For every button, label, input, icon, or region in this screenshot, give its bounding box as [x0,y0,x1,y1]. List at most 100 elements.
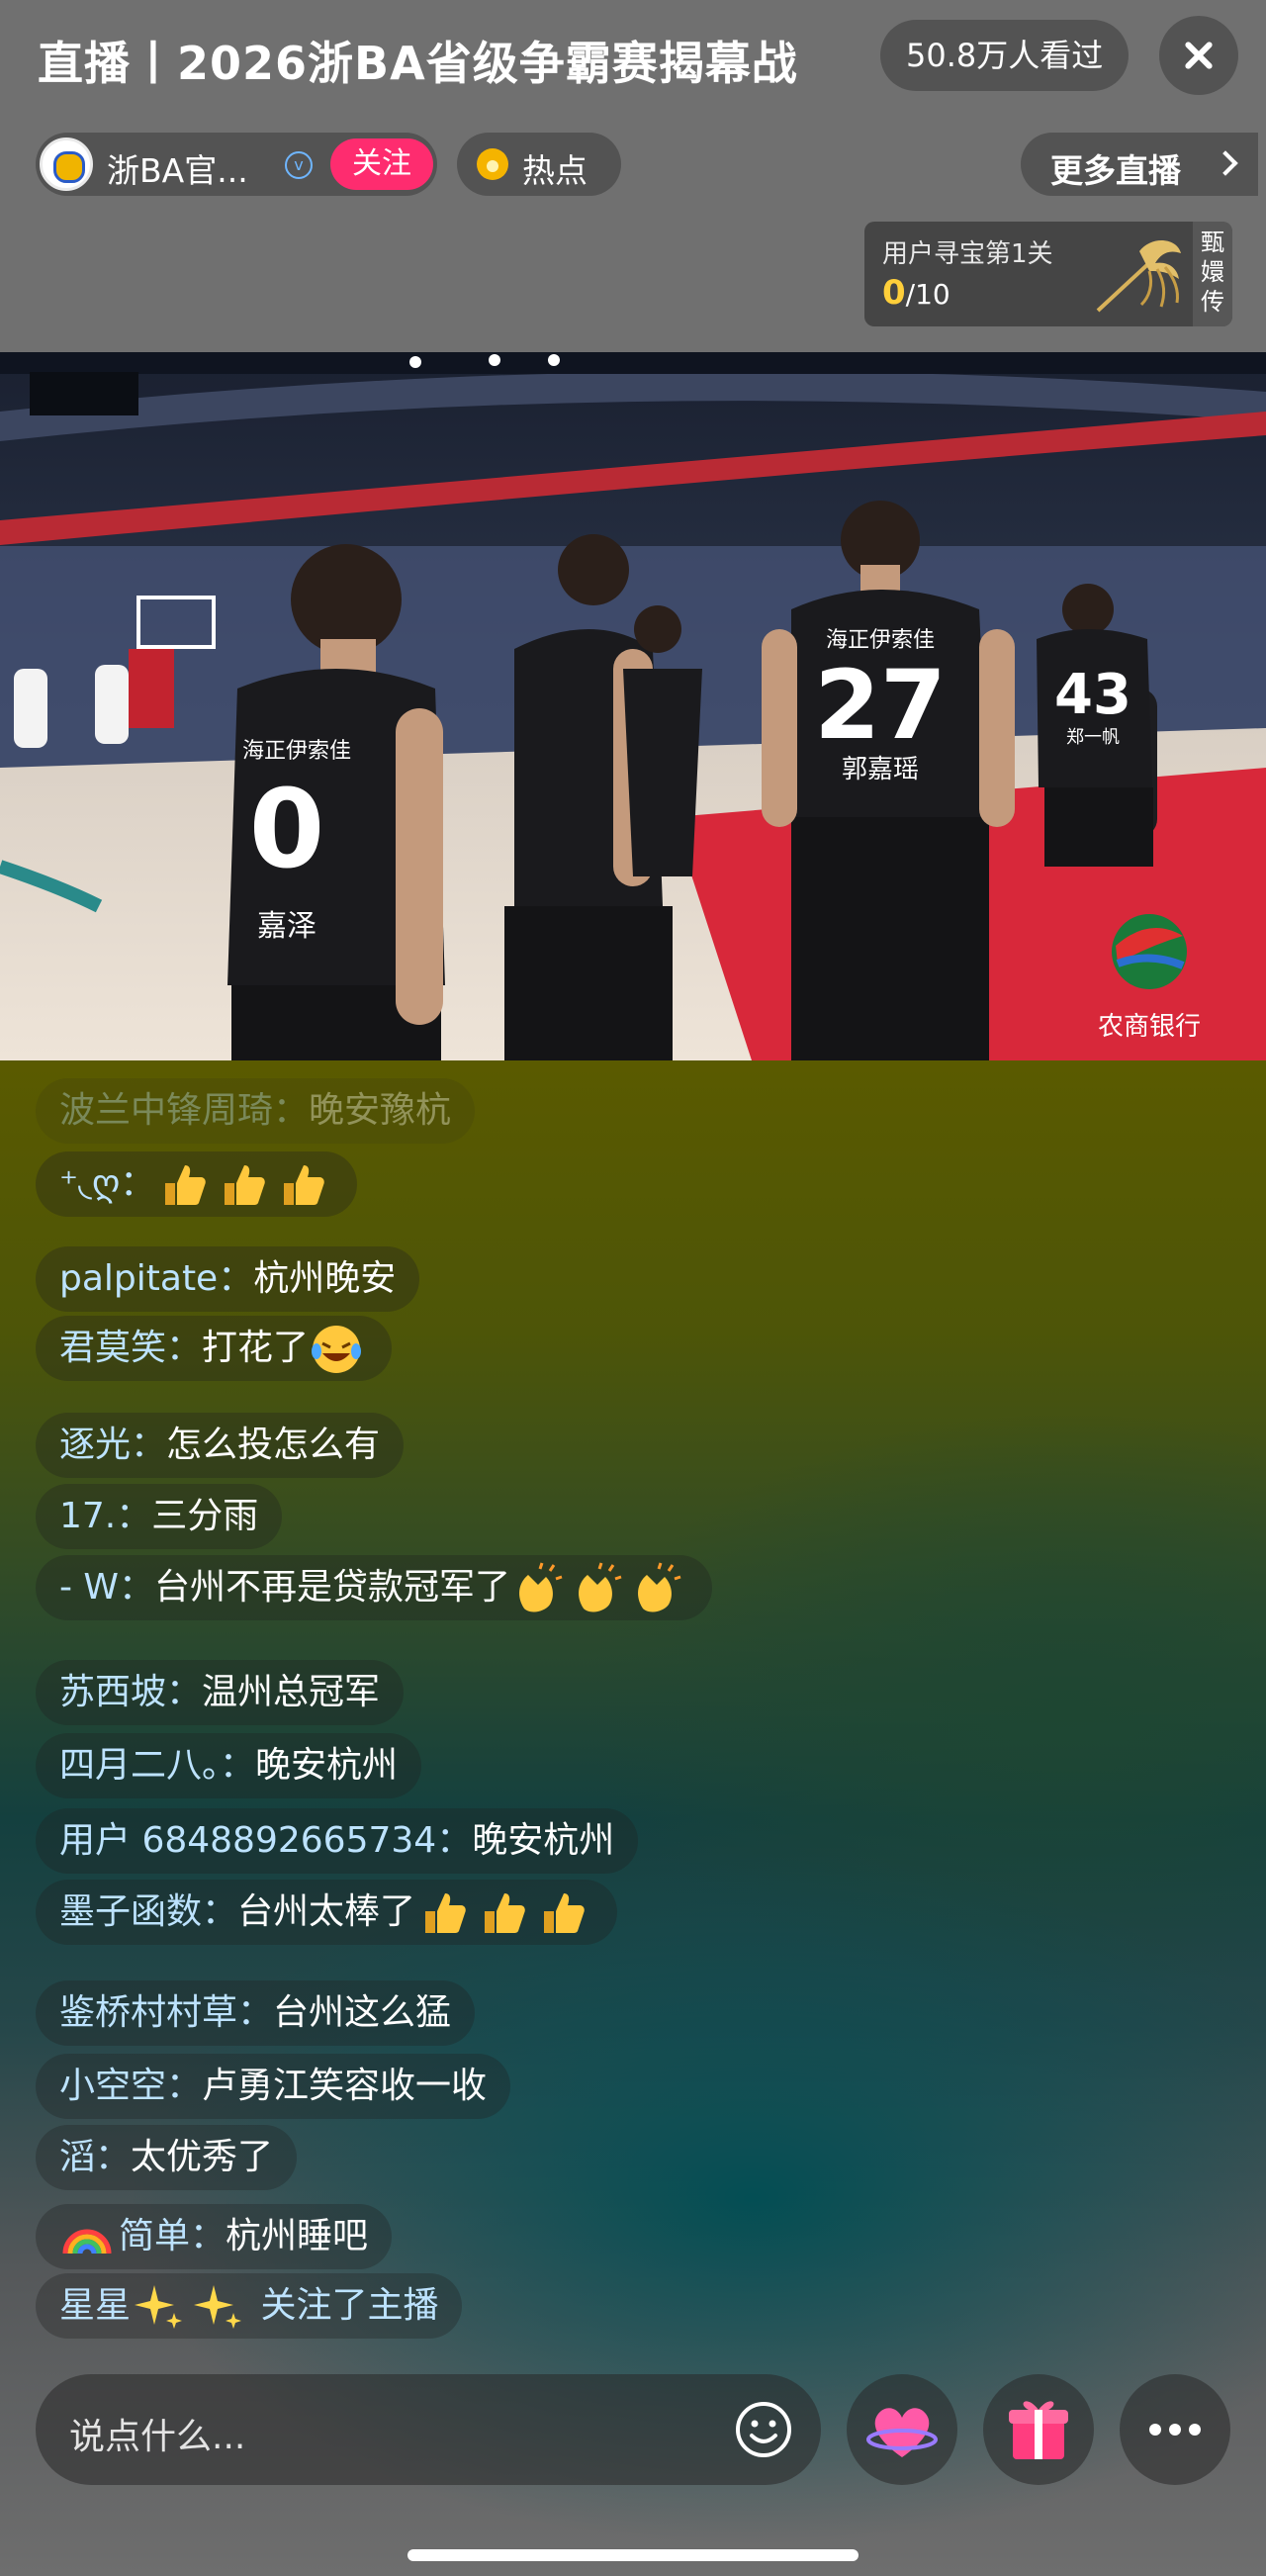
chat-message[interactable]: 墨子函数：台州太棒了 [36,1880,618,1945]
follow-button[interactable]: 关注 [330,138,433,190]
thumbs-up-icon [215,1157,270,1213]
chat-username[interactable]: 墨子函数： [59,1891,237,1932]
chat-text: 杭州睡吧 [226,2216,369,2256]
chat-username[interactable]: - W： [59,1567,154,1608]
chat-username[interactable]: 苏西坡： [59,1672,202,1712]
jersey-sponsor: 海正伊索佳 [826,628,935,653]
home-indicator[interactable] [407,2549,859,2561]
close-button[interactable] [1159,16,1238,95]
treasure-title: 用户寻宝第1关 [882,239,1053,269]
hot-topics-button[interactable]: 热点 [457,133,621,196]
live-title: 直播丨2026浙BA省级争霸赛揭幕战 [38,37,798,90]
comment-input[interactable]: 说点什么... [36,2374,821,2485]
chat-text: 杭州晚安 [253,1258,397,1299]
treasure-hunt-card[interactable]: 用户寻宝第1关 0/10 甄 嬛 传 [864,222,1232,326]
chat-username[interactable]: 星星 [59,2285,131,2326]
chat-message[interactable]: 简单：杭州睡吧 [36,2204,393,2269]
more-live-label: 更多直播 [1050,151,1181,190]
streamer-avatar[interactable] [40,138,93,191]
jersey-name: 郭嘉瑶 [842,755,919,784]
jersey-number: 0 [249,766,325,892]
hot-label: 热点 [522,151,588,190]
flame-icon [477,148,508,180]
chat-username[interactable]: 四月二八。： [59,1745,255,1786]
chat-message[interactable]: palpitate：杭州晚安 [36,1246,420,1312]
chat-message[interactable]: - W：台州不再是贷款冠军了 [36,1555,713,1620]
chat-text: 打花了 [202,1328,310,1368]
chat-message[interactable]: 17.：三分雨 [36,1484,283,1549]
heart-icon [866,2408,938,2457]
chat-username[interactable]: 小空空： [59,2066,202,2106]
chat-text: 台州太棒了 [237,1891,416,1932]
thumbs-up-icon [274,1157,329,1213]
chat-text: 晚安杭州 [255,1745,399,1786]
gift-icon [1009,2401,1068,2459]
side-char: 嬛 [1201,258,1224,286]
chat-message[interactable]: ⁺◟ღ： [36,1151,358,1217]
chat-text: 台州这么猛 [273,1992,452,2033]
jersey-sponsor: 海正伊索佳 [242,739,351,764]
side-char: 甄 [1201,229,1224,256]
basketball-scene: 27 郭嘉瑶 海正伊索佳 43 郑一帆 0 嘉泽 海正伊索佳 农商银行 [0,352,1266,1060]
chevron-right-icon [1213,150,1238,176]
chat-username[interactable]: 用户 6848892665734： [59,1820,472,1861]
thumbs-up-icon [415,1886,471,1941]
phoenix-hairpin-icon [1096,239,1181,313]
more-dots-icon [1149,2424,1201,2436]
chat-message[interactable]: 滔：太优秀了 [36,2125,298,2190]
more-options-button[interactable] [1120,2374,1230,2485]
chat-message[interactable]: 小空空：卢勇江笑容收一收 [36,2054,511,2119]
sparkles-icon [190,2279,245,2335]
chat-message[interactable]: 鉴桥村村草：台州这么猛 [36,1980,476,2046]
jersey-name: 郑一帆 [1066,727,1120,748]
clapping-hands-icon [570,1561,625,1616]
chat-username[interactable]: 滔： [59,2137,131,2177]
chat-username[interactable]: palpitate： [59,1258,253,1299]
chat-text: 晚安杭州 [472,1820,615,1861]
sparkles-icon [131,2279,186,2335]
chat-text: 卢勇江笑容收一收 [202,2066,488,2106]
rainbow-icon [59,2210,115,2265]
chat-text: 三分雨 [151,1496,259,1536]
treasure-side-label[interactable]: 甄 嬛 传 [1193,222,1232,326]
chat-message[interactable]: 星星 关注了主播 [36,2273,463,2339]
chat-message[interactable]: 君莫笑：打花了 [36,1316,393,1381]
chat-username[interactable]: 简单： [119,2216,226,2256]
follow-notice: 关注了主播 [249,2285,439,2326]
chat-message[interactable]: 苏西坡：温州总冠军 [36,1660,405,1725]
chat-text: 温州总冠军 [202,1672,381,1712]
chat-message[interactable]: 四月二八。：晚安杭州 [36,1733,422,1798]
treasure-current: 0 [882,273,906,313]
jersey-name: 嘉泽 [257,909,316,944]
thumbs-up-icon [475,1886,530,1941]
streamer-info[interactable]: 浙BA官... v 关注 [36,133,437,196]
gift-button[interactable] [983,2374,1094,2485]
chat-text: 晚安豫杭 [309,1090,452,1131]
more-live-button[interactable]: 更多直播 [1021,133,1258,196]
chat-text: 太优秀了 [131,2137,274,2177]
live-video[interactable]: 27 郭嘉瑶 海正伊索佳 43 郑一帆 0 嘉泽 海正伊索佳 农商银行 [0,352,1266,1060]
chat-message[interactable]: 用户 6848892665734：晚安杭州 [36,1808,639,1874]
bank-logo-text: 农商银行 [1098,1012,1201,1042]
emoji-smile-icon[interactable] [732,2398,795,2461]
comment-placeholder: 说点什么... [69,2417,246,2457]
jersey-number: 27 [814,650,947,761]
like-button[interactable] [847,2374,957,2485]
chat-username[interactable]: 逐光： [59,1425,166,1465]
clapping-hands-icon [510,1561,566,1616]
viewer-count[interactable]: 50.8万人看过 [880,20,1130,91]
treasure-total: /10 [905,278,950,311]
streamer-name[interactable]: 浙BA官... [107,144,248,192]
chat-message[interactable]: 波兰中锋周琦：晚安豫杭 [36,1078,476,1144]
chat-username[interactable]: 波兰中锋周琦： [59,1090,309,1131]
treasure-progress: 0/10 [882,273,950,313]
chat-username[interactable]: ⁺◟ღ： [59,1163,155,1204]
chat-text: 台州不再是贷款冠军了 [154,1567,511,1608]
chat-text: 怎么投怎么有 [166,1425,381,1465]
chat-username[interactable]: 君莫笑： [59,1328,202,1368]
chat-username[interactable]: 17.： [59,1496,151,1536]
clapping-hands-icon [629,1561,684,1616]
thumbs-up-icon [155,1157,211,1213]
chat-message[interactable]: 逐光：怎么投怎么有 [36,1413,405,1478]
chat-username[interactable]: 鉴桥村村草： [59,1992,273,2033]
